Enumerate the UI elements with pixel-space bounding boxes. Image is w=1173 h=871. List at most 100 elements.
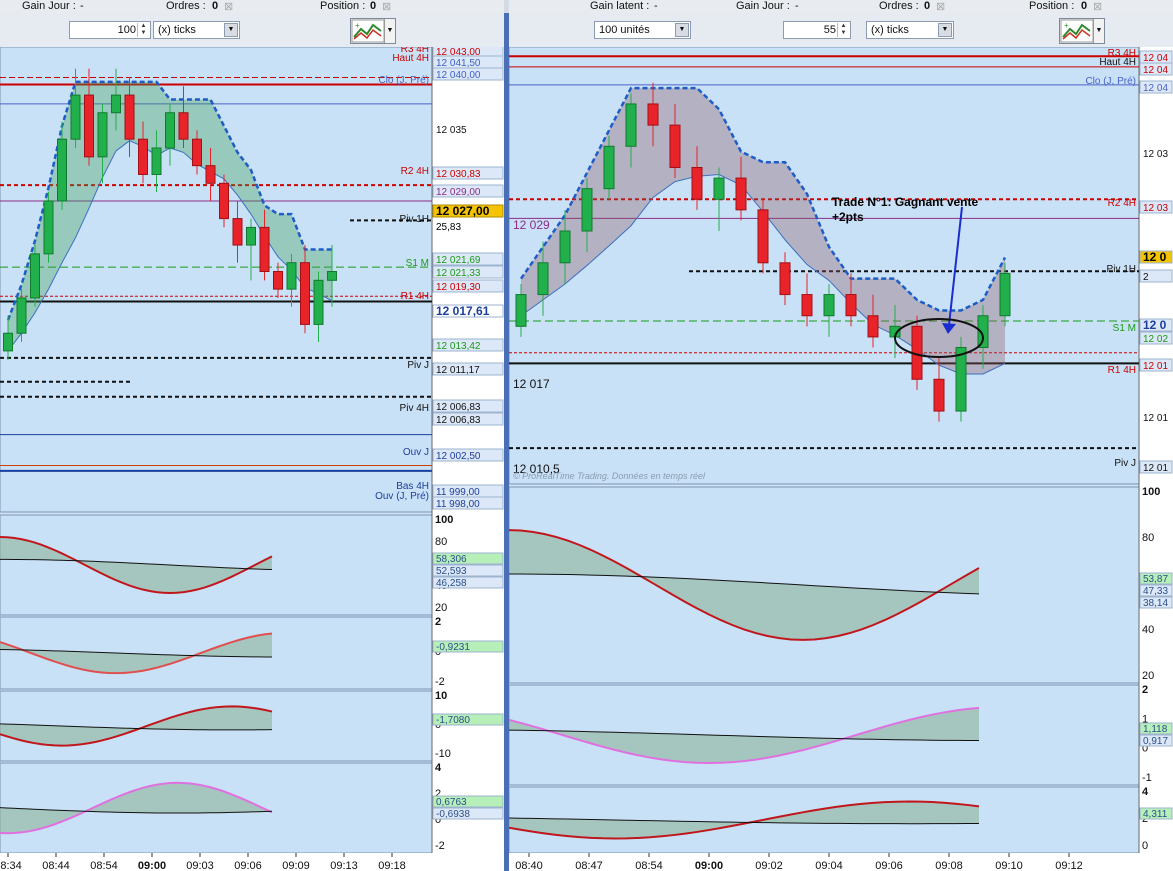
candle-body bbox=[327, 271, 337, 281]
candle-body bbox=[933, 378, 945, 412]
candle-body bbox=[647, 103, 659, 126]
gain-jour-value: - bbox=[80, 0, 84, 12]
orders-label: Ordres : bbox=[166, 0, 206, 12]
candle-body bbox=[138, 138, 148, 175]
time-label: 09:13 bbox=[330, 860, 358, 871]
candle-body bbox=[313, 279, 324, 325]
price-label: 12 029,00 bbox=[436, 187, 481, 198]
level-label: Ouv (J, Pré) bbox=[375, 491, 429, 502]
position-value: 0 bbox=[1081, 0, 1088, 12]
candle-body bbox=[205, 165, 216, 184]
stepper-arrows-icon[interactable]: ▲ ▼ bbox=[137, 23, 149, 37]
time-label: 09:00 bbox=[138, 860, 166, 871]
chevron-down-icon[interactable]: ▼ bbox=[675, 23, 689, 37]
candle-body bbox=[537, 262, 549, 296]
candle-body bbox=[111, 94, 121, 114]
right-chart-pane: Gain latent : - Gain Jour : - Ordres : 0… bbox=[509, 0, 1173, 871]
trade-annotation-line2: +2pts bbox=[832, 210, 864, 224]
stepper-arrows-icon[interactable]: ▲ ▼ bbox=[837, 23, 849, 37]
position-label: Position : bbox=[320, 0, 366, 12]
time-label: 08:40 bbox=[515, 860, 543, 871]
time-label: 09:06 bbox=[234, 860, 262, 871]
oscillator-tick: 80 bbox=[435, 536, 447, 548]
price-label: 25,83 bbox=[436, 222, 461, 233]
candle-body bbox=[84, 94, 94, 158]
price-label: 12 03 bbox=[1143, 203, 1168, 214]
candle-body bbox=[713, 177, 725, 200]
level-label: R1 4H bbox=[401, 291, 429, 302]
strategy-chart-button[interactable]: + ▼ bbox=[350, 18, 396, 44]
time-label: 08:44 bbox=[42, 860, 70, 871]
candle-body bbox=[30, 253, 40, 299]
level-label: S1 M bbox=[406, 258, 429, 269]
candle-body bbox=[757, 209, 769, 264]
level-label: R2 4H bbox=[1108, 198, 1136, 209]
oscillator-value: 38,14 bbox=[1143, 598, 1168, 609]
time-label: 09:03 bbox=[186, 860, 214, 871]
level-label: S1 M bbox=[1113, 323, 1136, 334]
candle-body bbox=[691, 166, 703, 200]
price-label: 12 04 bbox=[1143, 65, 1168, 76]
candle-body bbox=[151, 147, 162, 175]
level-label: Ouv J bbox=[403, 447, 429, 458]
candle-body bbox=[779, 262, 791, 296]
oscillator-tick: 100 bbox=[435, 514, 453, 526]
copyright-label: © ProRealTime Trading. Données en temps … bbox=[513, 471, 706, 481]
position-value: 0 bbox=[370, 0, 377, 12]
strategy-chart-icon: + bbox=[351, 19, 385, 43]
candle-body bbox=[669, 124, 681, 168]
strategy-chart-button[interactable]: + ▼ bbox=[1059, 18, 1105, 44]
unit-select[interactable]: (x) ticks ▼ bbox=[153, 21, 240, 39]
chevron-down-icon[interactable]: ▼ bbox=[384, 19, 395, 43]
time-label: 09:00 bbox=[695, 860, 723, 871]
oscillator-value: 47,33 bbox=[1143, 586, 1168, 597]
level-label: Haut 4H bbox=[392, 53, 429, 64]
price-label: 12 01 bbox=[1143, 463, 1168, 474]
unit-select-value: (x) ticks bbox=[158, 24, 196, 36]
price-label: 12 011,17 bbox=[436, 365, 480, 376]
level-label: Piv 1H bbox=[400, 214, 429, 225]
orders-close-icon[interactable]: ⊠ bbox=[224, 0, 233, 13]
candle-body bbox=[286, 262, 297, 290]
left-topbar: Gain Jour : - Ordres : 0 ⊠ Position : 0 … bbox=[0, 0, 504, 14]
orders-value: 0 bbox=[212, 0, 219, 12]
oscillator-tick: 20 bbox=[1142, 670, 1154, 682]
candle-body bbox=[823, 294, 835, 317]
price-label: 12 02 bbox=[1143, 334, 1168, 345]
level-label: Clo (J, Pré) bbox=[1085, 76, 1136, 87]
price-label: 12 041,50 bbox=[436, 58, 481, 69]
oscillator-value: 53,87 bbox=[1143, 574, 1168, 585]
level-label: Piv J bbox=[1114, 458, 1136, 469]
price-label: 12 0 bbox=[1143, 318, 1167, 332]
candle-body bbox=[165, 112, 175, 149]
price-label: 12 006,83 bbox=[436, 415, 481, 426]
oscillator-tick: 10 bbox=[435, 690, 447, 702]
price-label: 12 006,83 bbox=[436, 402, 481, 413]
left-toolbar: 100 ▲ ▼ (x) ticks ▼ + ▼ bbox=[0, 13, 504, 48]
chevron-down-icon[interactable]: ▼ bbox=[1093, 19, 1104, 43]
oscillator-value: 0,917 bbox=[1143, 736, 1168, 747]
ticks-stepper[interactable]: 55 ▲ ▼ bbox=[783, 21, 851, 39]
candle-body bbox=[219, 182, 229, 220]
position-close-icon[interactable]: ⊠ bbox=[382, 0, 391, 13]
time-label: 08:47 bbox=[575, 860, 603, 871]
chevron-down-icon[interactable]: ▼ bbox=[224, 23, 238, 37]
quantity-stepper[interactable]: 100 ▲ ▼ bbox=[69, 21, 151, 39]
right-topbar: Gain latent : - Gain Jour : - Ordres : 0… bbox=[509, 0, 1173, 14]
orders-close-icon[interactable]: ⊠ bbox=[936, 0, 945, 13]
chevron-down-icon[interactable]: ▼ bbox=[938, 23, 952, 37]
candle-body bbox=[97, 112, 108, 158]
position-close-icon[interactable]: ⊠ bbox=[1093, 0, 1102, 13]
time-label: 09:06 bbox=[875, 860, 903, 871]
price-label: 12 01 bbox=[1143, 413, 1168, 424]
trade-annotation-line1: Trade N°1: Gagnant vente bbox=[832, 195, 978, 209]
candle-body bbox=[581, 188, 593, 232]
panel-bg-1 bbox=[509, 486, 1140, 684]
oscillator-tick: -2 bbox=[435, 840, 445, 852]
candle-body bbox=[625, 103, 637, 147]
quantity-select[interactable]: 100 unités ▼ bbox=[594, 21, 691, 39]
candle-body bbox=[246, 226, 256, 246]
candle-body bbox=[3, 332, 13, 352]
price-label: 11 998,00 bbox=[436, 499, 480, 510]
unit-select[interactable]: (x) ticks ▼ bbox=[866, 21, 954, 39]
